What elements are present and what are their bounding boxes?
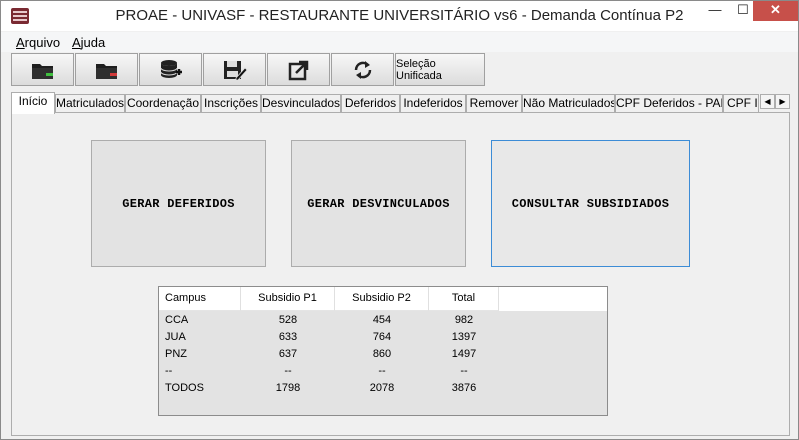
menu-ajuda[interactable]: Ajuda [72,35,105,50]
table-row[interactable]: CCA 528 454 982 [159,312,607,329]
gerar-desvinculados-button[interactable]: GERAR DESVINCULADOS [291,140,466,267]
open-folder-red-icon [95,63,117,79]
tab-nao-matriculados[interactable]: Não Matriculados [522,94,615,113]
cell-campus: TODOS [165,382,204,394]
table-row[interactable]: JUA 633 764 1397 [159,329,607,346]
tab-coordenacao[interactable]: Coordenação [125,94,201,113]
save-edit-icon [223,60,248,80]
tab-scroll-left-button[interactable]: ◀ [760,94,775,109]
minimize-button[interactable]: — [701,1,729,21]
open-green-button[interactable] [11,53,74,86]
menu-arquivo-mnemonic: A [16,35,25,50]
toolbar: Seleção Unificada [1,52,798,88]
cell-subsidio-p1: -- [284,365,292,377]
cell-campus: PNZ [165,348,187,360]
menu-arquivo[interactable]: Arquivo [16,35,60,50]
tab-desvinculados[interactable]: Desvinculados [261,94,341,113]
export-icon [288,60,308,80]
table-row[interactable]: PNZ 637 860 1497 [159,346,607,363]
tab-cpf-deferidos-pae[interactable]: CPF Deferidos - PAE [615,94,723,113]
cell-campus: -- [165,365,173,377]
tab-scroll-right-button[interactable]: ▶ [775,94,790,109]
cell-total: -- [460,365,468,377]
column-header-subsidio-p1[interactable]: Subsidio P1 [241,287,335,311]
tab-indeferidos[interactable]: Indeferidos [400,94,466,113]
refresh-icon [354,60,371,79]
menu-ajuda-mnemonic: A [72,35,81,50]
cell-total: 3876 [451,382,477,394]
close-button[interactable]: ✕ [753,1,798,21]
title-bar: PROAE - UNIVASF - RESTAURANTE UNIVERSITÁ… [1,1,798,31]
open-folder-green-icon [31,63,53,79]
cell-subsidio-p2: 764 [372,331,392,343]
menu-bar: Arquivo Ajuda [1,32,798,52]
selecao-unificada-button[interactable]: Seleção Unificada [395,53,485,86]
table-row[interactable]: TODOS 1798 2078 3876 [159,380,607,397]
cell-total: 1497 [451,348,477,360]
subsidios-table: Campus Subsidio P1 Subsidio P2 Total CCA… [158,286,608,416]
tab-deferidos[interactable]: Deferidos [341,94,400,113]
cell-campus: JUA [165,331,186,343]
cell-subsidio-p2: 860 [372,348,392,360]
export-button[interactable] [267,53,330,86]
cell-subsidio-p2: 454 [372,314,392,326]
table-header: Campus Subsidio P1 Subsidio P2 Total [159,287,607,311]
open-red-button[interactable] [75,53,138,86]
database-add-icon [160,59,182,78]
tab-matriculados[interactable]: Matriculados [55,94,125,113]
window-title: PROAE - UNIVASF - RESTAURANTE UNIVERSITÁ… [115,7,684,24]
tab-remover[interactable]: Remover [466,94,522,113]
cell-subsidio-p1: 1798 [275,382,301,394]
save-edit-button[interactable] [203,53,266,86]
gerar-deferidos-button[interactable]: GERAR DEFERIDOS [91,140,266,267]
refresh-button[interactable] [331,53,394,86]
cell-subsidio-p2: 2078 [369,382,395,394]
app-window: PROAE - UNIVASF - RESTAURANTE UNIVERSITÁ… [0,0,799,440]
column-header-total[interactable]: Total [429,287,499,311]
cell-total: 1397 [451,331,477,343]
menu-ajuda-label: juda [80,35,106,50]
tab-strip: Início Matriculados Coordenação Inscriçõ… [11,92,791,114]
database-add-button[interactable] [139,53,202,86]
tab-inicio[interactable]: Início [11,92,55,114]
consultar-subsidiados-button[interactable]: CONSULTAR SUBSIDIADOS [491,140,690,267]
cell-total: 982 [454,314,474,326]
tab-inscricoes[interactable]: Inscrições [201,94,261,113]
cell-subsidio-p1: 637 [278,348,298,360]
column-header-campus[interactable]: Campus [159,287,241,311]
cell-campus: CCA [165,314,189,326]
cell-subsidio-p1: 528 [278,314,298,326]
column-header-subsidio-p2[interactable]: Subsidio P2 [335,287,429,311]
cell-subsidio-p2: -- [378,365,386,377]
tab-cpf-indeferidos[interactable]: CPF In [723,94,759,113]
menu-arquivo-label: rquivo [24,35,61,50]
table-row[interactable]: -- -- -- -- [159,363,607,380]
cell-subsidio-p1: 633 [278,331,298,343]
